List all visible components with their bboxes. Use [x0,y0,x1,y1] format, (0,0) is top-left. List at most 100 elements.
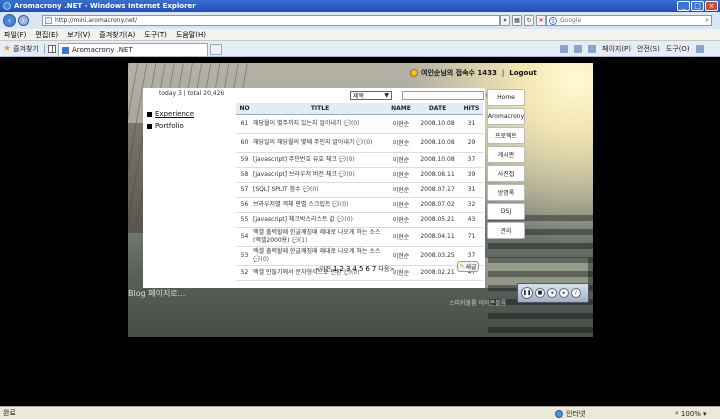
dropdown-arrow-icon[interactable]: ▾ [500,15,510,26]
home-icon[interactable] [560,45,568,53]
post-no: 52 [236,265,253,281]
post-title-cell[interactable]: [javascript] 체크박스리스트 값 💬(0) [253,212,387,228]
new-tab-button[interactable] [210,44,222,55]
post-title: 엑셀 출력할때 한글깨짐때 제대로 나오게 하는 소스 [253,247,381,255]
post-hits: 31 [460,182,483,198]
search-icon[interactable]: ⌕ [705,16,709,25]
post-author: 이현순 [387,114,415,134]
side-menu-dsj[interactable]: DSJ [487,203,525,220]
menu-edit[interactable]: 편집(E) [35,30,58,40]
comment-count: (0) [346,155,355,163]
print-icon[interactable] [588,45,596,53]
nav-item-portfolio[interactable]: Portfolio [147,122,194,130]
menu-help[interactable]: 도움말(H) [176,30,206,40]
table-row[interactable]: 56 브라우저별 객체 판별 스크립트 💬(0) 이현순 2008.07.02 … [236,197,483,213]
star-icon: ★ [3,43,12,54]
post-title-cell[interactable]: [javascript] 브라우저 버전 체크 💬(0) [253,167,387,183]
category-list: Experience Portfolio [147,110,194,134]
zoom-control[interactable]: ⌕ 100% ▾ [675,409,706,418]
post-title-cell[interactable]: 엑셀 출력할때 한글깨짐때 제대로 나오게 하는 소스(엑셀2000용) 💬(1… [253,227,387,247]
status-text: 완료 [3,409,16,417]
volume-icon[interactable]: ♪ [571,288,581,298]
side-menu-board[interactable]: 게시판 [487,146,525,163]
refresh-icon[interactable]: ↻ [524,15,534,26]
stop-icon[interactable]: ■ [535,288,545,298]
close-button[interactable]: × [705,1,718,11]
search-input[interactable] [560,17,700,24]
minimize-button[interactable]: _ [677,1,690,11]
post-title-cell[interactable]: [SQL] SPLIT 함수 💬(0) [253,182,387,198]
ie-icon [3,2,11,10]
favorites-button[interactable]: ★ 즐겨찾기 [3,44,39,54]
tab-title: Aromacrony .NET [72,46,133,54]
quick-tabs-icon[interactable] [48,45,56,53]
table-row[interactable]: 53 엑셀 출력할때 한글깨짐때 제대로 나오게 하는 소스 💬(0) 이현순 … [236,246,483,266]
page-link-1[interactable]: 1 [333,265,337,273]
side-menu-home[interactable]: Home [487,89,525,106]
help-icon[interactable] [695,45,704,53]
side-menu-guestbook[interactable]: 방명록 [487,184,525,201]
next-page-link[interactable]: 다음> [378,264,394,273]
search-field-select[interactable]: 제목 ▼ [350,90,392,100]
post-author: 이현순 [387,212,415,228]
table-row[interactable]: 57 [SQL] SPLIT 함수 💬(0) 이현순 2008.07.17 31 [236,182,483,198]
prev-track-icon[interactable]: ◂ [547,288,557,298]
address-row: ‹ › http://mini.aromacrony.net/ ▾ ▦ ↻ ✕ … [0,12,720,29]
nav-label: Experience [155,110,195,118]
page-menu[interactable]: 페이지(P) [602,44,631,54]
feeds-icon[interactable] [574,45,582,53]
table-row[interactable]: 58 [javascript] 브라우저 버전 체크 💬(0) 이현순 2008… [236,167,483,183]
pause-icon[interactable]: ❚❚ [521,287,533,299]
page-link-2[interactable]: 2 [340,265,344,273]
page-link-4[interactable]: 4 [352,265,356,273]
post-hits: 29 [460,133,483,153]
table-row[interactable]: 60 해당일의 해당월의 몇째 주인지 알아내기 💬(0) 이현순 2008.1… [236,133,483,153]
comment-icon: 💬 [343,119,351,127]
maximize-button[interactable]: □ [691,1,704,11]
write-post-button[interactable]: ✎ 새글 [457,261,479,272]
menu-view[interactable]: 보기(V) [67,30,90,40]
tools-menu[interactable]: 도구(O) [666,44,690,54]
tab-aromacrony[interactable]: Aromacrony .NET [58,43,208,56]
side-menu-photos[interactable]: 사진첩 [487,165,525,182]
col-date: DATE [415,103,460,115]
board-search-input[interactable] [402,90,484,100]
post-title-cell[interactable]: [javascript] 주민번호 유효 체크 💬(0) [253,152,387,168]
menu-tools[interactable]: 도구(T) [144,30,167,40]
col-name: NAME [387,103,415,115]
menu-file[interactable]: 파일(F) [4,30,26,40]
table-row[interactable]: 55 [javascript] 체크박스리스트 값 💬(0) 이현순 2008.… [236,212,483,228]
post-title-cell[interactable]: 엑셀 출력할때 한글깨짐때 제대로 나오게 하는 소스 💬(0) [253,246,387,266]
command-bar: 페이지(P) 안전(S) 도구(O) [560,44,704,54]
compat-icon[interactable]: ▦ [512,15,522,26]
side-menu-admin[interactable]: 관리 [487,222,525,239]
logout-link[interactable]: Logout [509,69,536,77]
table-row[interactable]: 54 엑셀 출력할때 한글깨짐때 제대로 나오게 하는 소스(엑셀2000용) … [236,227,483,247]
left-panel: today 3 | total 20,426 Experience Portfo… [143,88,235,288]
back-button[interactable]: ‹ [3,14,16,27]
address-url: http://mini.aromacrony.net/ [55,17,138,24]
menu-favorites[interactable]: 즐겨찾기(A) [99,30,135,40]
page-link-7[interactable]: 7 [372,265,376,273]
globe-icon [555,410,563,418]
page-link-3[interactable]: 3 [346,265,350,273]
post-title-cell[interactable]: 브라우저별 객체 판별 스크립트 💬(0) [253,197,387,213]
stop-icon[interactable]: ✕ [536,15,546,26]
post-title-cell[interactable]: 해당일의 해당월의 몇째 주인지 알아내기 💬(0) [253,133,387,153]
side-menu-project[interactable]: 프로젝트 [487,127,525,144]
next-track-icon[interactable]: ▸ [559,288,569,298]
table-row[interactable]: 61 해당월이 몇주까지 있는지 알아내기 💬(0) 이현순 2008.10.0… [236,114,483,134]
page-link-6[interactable]: 6 [365,265,369,273]
post-title-cell[interactable]: 해당월이 몇주까지 있는지 알아내기 💬(0) [253,114,387,134]
post-date: 2008.07.02 [415,197,460,213]
nav-item-experience[interactable]: Experience [147,110,194,118]
prev-page-link[interactable]: <이전 [315,264,331,273]
safety-menu[interactable]: 안전(S) [637,44,660,54]
page-link-5[interactable]: 5 [359,265,363,273]
page-icon [45,17,52,24]
side-menu-aromacrony[interactable]: Aromacrony [487,108,525,125]
forward-button[interactable]: › [18,15,29,26]
address-bar[interactable]: http://mini.aromacrony.net/ [42,15,500,26]
table-row[interactable]: 59 [javascript] 주민번호 유효 체크 💬(0) 이현순 2008… [236,152,483,168]
blog-page-link[interactable]: Blog 페이지로... [128,288,185,299]
